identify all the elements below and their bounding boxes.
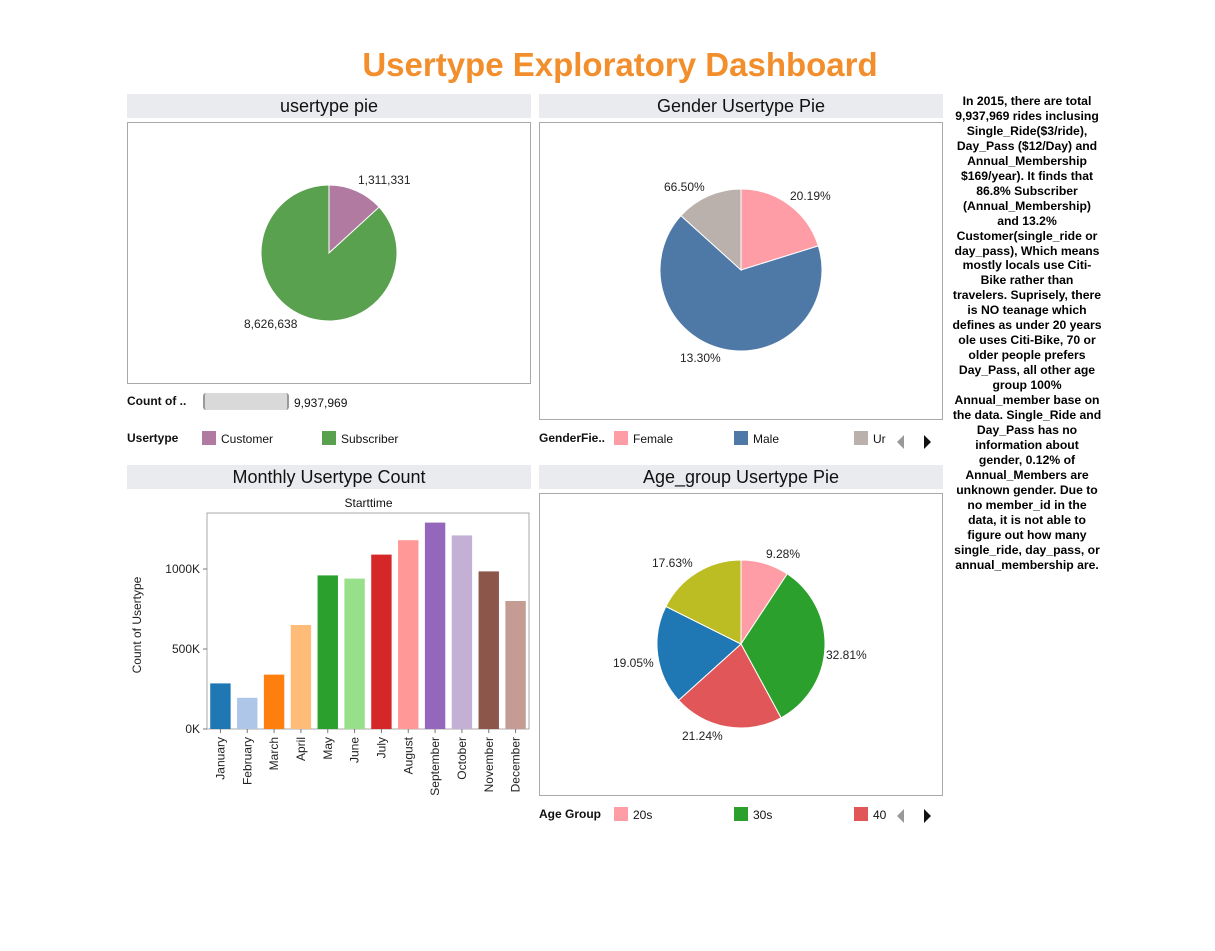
gender-pie-header: Gender Usertype Pie: [539, 94, 943, 118]
x-axis-month-label: March: [267, 737, 281, 770]
legend-label-unknown[interactable]: Ur: [873, 432, 887, 446]
x-axis-month-label: June: [348, 737, 362, 763]
age-legend-title: Age Group: [539, 807, 601, 821]
legend-label-30s[interactable]: 30s: [753, 808, 772, 822]
gender-value-label: 13.30%: [680, 351, 721, 365]
bar-april[interactable]: [290, 625, 312, 729]
age-value-label: 32.81%: [826, 648, 867, 662]
legend-swatch-male[interactable]: [734, 431, 748, 445]
age-pie-chart: 9.28% 32.81% 21.24% 19.05% 17.63%: [613, 547, 867, 743]
bar-october[interactable]: [451, 535, 473, 729]
age-value-label: 9.28%: [766, 547, 800, 561]
legend-label-20s[interactable]: 20s: [633, 808, 652, 822]
legend-swatch-40s[interactable]: [854, 807, 868, 821]
gender-pie-chart: 20.19% 66.50% 13.30%: [659, 180, 831, 365]
gender-value-label: 20.19%: [790, 189, 831, 203]
monthly-chart-header: Monthly Usertype Count: [127, 465, 531, 489]
legend-label-subscriber[interactable]: Subscriber: [341, 432, 398, 446]
bar-august[interactable]: [398, 540, 419, 729]
y-axis-tick-label: 0K: [185, 722, 200, 736]
bar-february[interactable]: [237, 697, 258, 729]
legend-swatch-unknown[interactable]: [854, 431, 868, 445]
bar-december[interactable]: [505, 601, 526, 729]
legend-label-female[interactable]: Female: [633, 432, 673, 446]
usertype-pie-frame: 1,311,331 8,626,638: [127, 122, 531, 384]
age-pie-frame: 9.28% 32.81% 21.24% 19.05% 17.63%: [539, 493, 943, 796]
x-axis-month-label: September: [428, 737, 442, 796]
usertype-pie-header: usertype pie: [127, 94, 531, 118]
age-pie-slices: 9.28% 32.81% 21.24% 19.05% 17.63%: [613, 547, 867, 743]
legend-swatch-subscriber[interactable]: [322, 431, 336, 445]
usertype-value-label: 8,626,638: [244, 317, 298, 331]
monthly-bar-chart: 0K 500K 1000K January February March April May J…: [130, 512, 530, 796]
age-value-label: 19.05%: [613, 656, 654, 670]
usertype-value-label: 1,311,331: [358, 173, 411, 187]
bar-november[interactable]: [478, 571, 499, 729]
legend-label-customer[interactable]: Customer: [221, 432, 273, 446]
y-axis-tick-label: 1000K: [165, 562, 200, 576]
legend-swatch-30s[interactable]: [734, 807, 748, 821]
usertype-legend-title: Usertype: [127, 431, 179, 445]
y-axis-tick-label: 500K: [172, 642, 200, 656]
x-axis-month-label: October: [455, 737, 469, 780]
x-axis-month-label: August: [401, 736, 415, 774]
gender-value-label: 66.50%: [664, 180, 705, 194]
x-axis-month-label: July: [374, 737, 388, 758]
age-value-label: 17.63%: [652, 556, 693, 570]
summary-note: In 2015, there are total 9,937,969 rides…: [952, 94, 1102, 572]
x-axis-month-label: December: [509, 737, 523, 792]
gender-legend-title: GenderFie..: [539, 431, 606, 445]
bar-june[interactable]: [344, 578, 365, 729]
bar-january[interactable]: [210, 683, 231, 729]
x-axis-month-label: May: [321, 737, 335, 760]
bar-may[interactable]: [317, 575, 338, 729]
age-value-label: 21.24%: [682, 729, 723, 743]
count-filter-value: 9,937,969: [294, 396, 348, 410]
legend-label-male[interactable]: Male: [753, 432, 779, 446]
dashboard-title: Usertype Exploratory Dashboard: [362, 46, 878, 83]
x-axis-month-label: February: [240, 737, 254, 785]
count-filter-label: Count of ..: [127, 394, 187, 408]
bar-september[interactable]: [424, 522, 446, 729]
legend-swatch-customer[interactable]: [202, 431, 216, 445]
legend-prev-arrow-icon[interactable]: [897, 435, 904, 449]
bar-march[interactable]: [263, 674, 285, 729]
legend-swatch-female[interactable]: [614, 431, 628, 445]
bar-july[interactable]: [371, 554, 392, 729]
usertype-pie-chart: 1,311,331 8,626,638: [244, 173, 411, 331]
x-axis-month-label: November: [482, 737, 496, 792]
x-axis-month-label: April: [294, 737, 308, 761]
usertype-pie-slices: 1,311,331 8,626,638: [244, 173, 411, 331]
gender-pie-frame: 20.19% 66.50% 13.30%: [539, 122, 943, 420]
age-pie-header: Age_group Usertype Pie: [539, 465, 943, 489]
legend-label-40s[interactable]: 40: [873, 808, 886, 822]
age-legend-next-arrow-icon[interactable]: [924, 809, 931, 823]
x-axis-month-label: January: [213, 737, 227, 780]
monthly-y-axis-label: Count of Usertype: [130, 576, 144, 673]
legend-next-arrow-icon[interactable]: [924, 435, 931, 449]
monthly-bar-marks: 0K 500K 1000K January February March April May J…: [165, 512, 530, 796]
count-range-slider[interactable]: [203, 393, 289, 410]
gender-pie-slices: 20.19% 66.50% 13.30%: [659, 180, 831, 365]
age-legend-prev-arrow-icon[interactable]: [897, 809, 904, 823]
legend-swatch-20s[interactable]: [614, 807, 628, 821]
